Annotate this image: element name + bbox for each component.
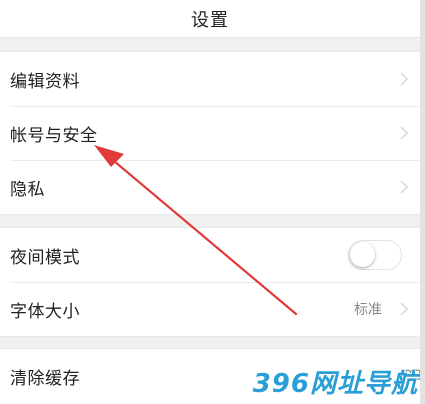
settings-item-privacy[interactable]: 隐私 (0, 160, 420, 214)
toggle-knob (350, 242, 375, 267)
chevron-right-icon (395, 302, 408, 316)
page-title: 设置 (191, 9, 229, 31)
night-mode-toggle[interactable] (348, 240, 402, 270)
watermark-logo: 396网址导航 (252, 369, 418, 399)
settings-item-account-security[interactable]: 帐号与安全 (0, 106, 420, 160)
settings-item-edit-profile[interactable]: 编辑资料 (0, 52, 420, 106)
settings-item-font-size[interactable]: 字体大小 标准 (0, 282, 420, 336)
settings-item-label: 清除缓存 (10, 368, 80, 389)
settings-item-label: 帐号与安全 (10, 125, 98, 146)
chevron-right-icon (395, 180, 408, 194)
settings-item-night-mode: 夜间模式 (0, 228, 420, 282)
account-settings-group: 编辑资料 帐号与安全 隐私 (0, 51, 420, 215)
display-settings-group: 夜间模式 字体大小 标准 (0, 227, 420, 337)
settings-item-label: 编辑资料 (10, 71, 80, 92)
chevron-right-icon (395, 126, 408, 140)
settings-screen: 设置 编辑资料 帐号与安全 隐私 夜间模式 字体大小 标准 清除缓存 0B 39… (0, 0, 422, 404)
settings-item-label: 夜间模式 (10, 247, 80, 268)
font-size-value: 标准 (354, 302, 382, 318)
chevron-right-icon (395, 72, 408, 86)
title-bar: 设置 (0, 0, 420, 38)
settings-item-label: 字体大小 (10, 301, 80, 322)
settings-item-label: 隐私 (10, 179, 45, 200)
screen-edge (420, 0, 425, 404)
